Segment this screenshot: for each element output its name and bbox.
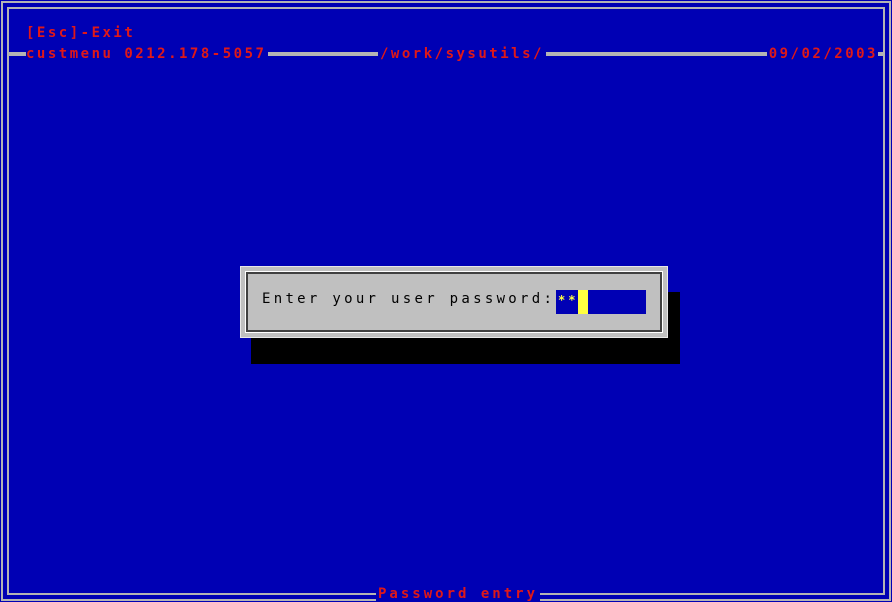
password-mask-text: ** (558, 293, 579, 307)
program-info: custmenu 0212.178-5057 (26, 45, 269, 63)
text-cursor (578, 290, 588, 314)
footer-title: Password entry (376, 585, 541, 602)
terminal-screen: [Esc]-Exit custmenu 0212.178-5057 /work/… (0, 0, 892, 602)
current-path: /work/sysutils/ (378, 45, 546, 63)
esc-exit-hint[interactable]: [Esc]-Exit (26, 24, 135, 42)
password-prompt-label: Enter your user password: (262, 291, 556, 307)
current-date: 09/02/2003 (766, 45, 878, 63)
